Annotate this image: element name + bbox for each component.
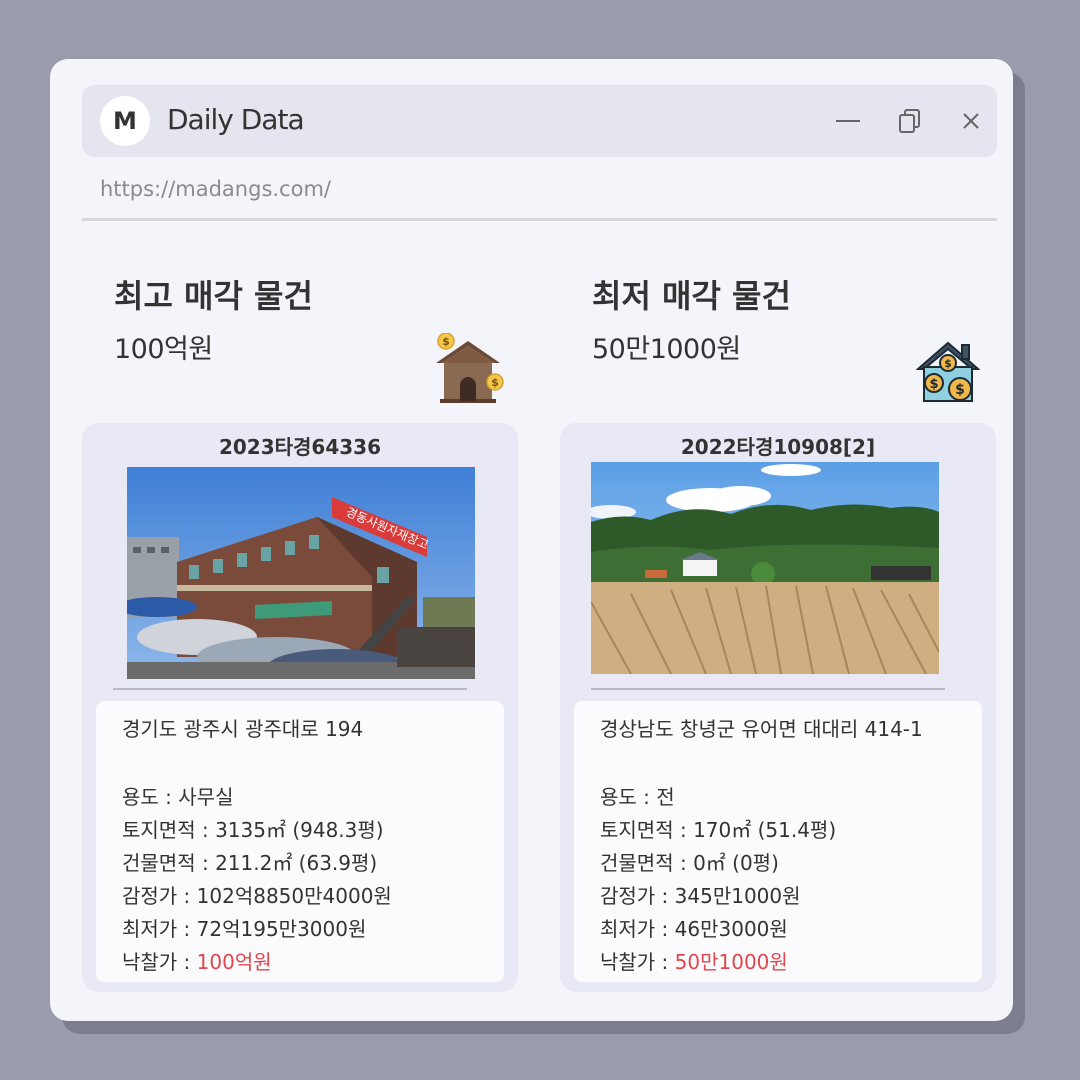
property-photo — [591, 462, 939, 674]
svg-text:$: $ — [929, 377, 938, 392]
header-divider — [82, 218, 997, 221]
spec-use: 용도 : 전 — [600, 785, 675, 809]
spec-appraised-price: 감정가 : 102억8850만4000원 — [122, 884, 392, 908]
spec-winning-bid: 낙찰가 : 100억원 — [122, 950, 272, 974]
minimize-button[interactable] — [832, 105, 864, 137]
svg-text:$: $ — [955, 382, 965, 398]
copy-icon — [899, 109, 920, 133]
app-logo: M — [100, 96, 150, 146]
address-bar-url[interactable]: https://madangs.com/ — [100, 177, 331, 201]
title-bar: M Daily Data — [82, 85, 997, 157]
house-coin-icon: $ $ — [436, 333, 504, 403]
property-photo: 경동사원자재창고 — [127, 467, 475, 679]
spec-minimum-price: 최저가 : 46만3000원 — [600, 917, 788, 941]
highest-sale-heading: 최고 매각 물건 — [114, 277, 313, 315]
svg-text:$: $ — [944, 357, 952, 370]
restore-button[interactable] — [895, 105, 927, 137]
spec-land-area: 토지면적 : 3135㎡ (948.3평) — [122, 818, 384, 842]
lowest-sale-price: 50만1000원 — [592, 334, 741, 365]
card-divider — [113, 688, 467, 690]
house-money-icon: $ $ $ — [916, 341, 980, 402]
spec-land-area: 토지면적 : 170㎡ (51.4평) — [600, 818, 837, 842]
case-number: 2023타경64336 — [218, 435, 382, 459]
app-window: M Daily Data https://madangs.com/ 최고 매각 … — [50, 59, 1013, 1021]
lowest-sale-card[interactable]: 2022타경10908[2] 경상남도 창녕군 유어면 대대리 414-1 용도… — [560, 423, 996, 992]
app-title: Daily Data — [167, 103, 305, 136]
svg-text:$: $ — [491, 376, 499, 389]
property-info: 경기도 광주시 광주대로 194 용도 : 사무실 토지면적 : 3135㎡ (… — [96, 701, 504, 982]
spec-building-area: 건물면적 : 211.2㎡ (63.9평) — [122, 851, 378, 875]
spec-appraised-price: 감정가 : 345만1000원 — [600, 884, 801, 908]
close-button[interactable] — [955, 105, 987, 137]
close-icon — [963, 113, 979, 129]
property-address: 경상남도 창녕군 유어면 대대리 414-1 — [600, 717, 923, 741]
highest-sale-price: 100억원 — [114, 334, 213, 365]
property-address: 경기도 광주시 광주대로 194 — [122, 717, 364, 741]
case-number: 2022타경10908[2] — [680, 435, 876, 459]
minimize-icon — [836, 120, 860, 122]
spec-use: 용도 : 사무실 — [122, 785, 234, 809]
property-info: 경상남도 창녕군 유어면 대대리 414-1 용도 : 전 토지면적 : 170… — [574, 701, 982, 982]
highest-sale-card[interactable]: 2023타경64336 경동사원자재창고 경기도 광주시 광주대로 194 용도… — [82, 423, 518, 992]
svg-text:$: $ — [442, 335, 450, 348]
spec-minimum-price: 최저가 : 72억195만3000원 — [122, 917, 367, 941]
spec-winning-bid: 낙찰가 : 50만1000원 — [600, 950, 788, 974]
spec-building-area: 건물면적 : 0㎡ (0평) — [600, 851, 779, 875]
lowest-sale-heading: 최저 매각 물건 — [592, 277, 791, 315]
card-divider — [591, 688, 945, 690]
